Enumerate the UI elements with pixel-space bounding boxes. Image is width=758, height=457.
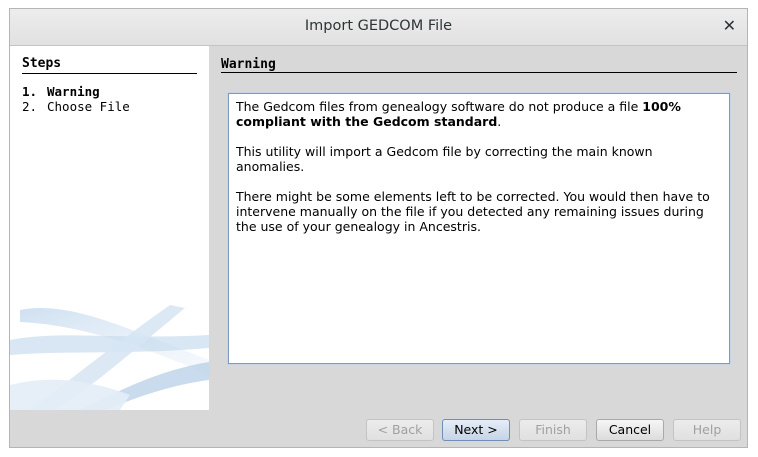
import-gedcom-dialog: Import GEDCOM File ✕ Steps 1. Warning 2. C… — [9, 8, 748, 448]
warning-text: The Gedcom files from genealogy software… — [236, 99, 643, 114]
cancel-button[interactable]: Cancel — [596, 419, 664, 441]
utility-paragraph: This utility will import a Gedcom file b… — [236, 144, 653, 174]
title-bar[interactable]: Import GEDCOM File ✕ — [10, 9, 747, 46]
back-button[interactable]: < Back — [366, 419, 434, 441]
step-choose-file: 2. Choose File — [22, 99, 130, 114]
step-number: 1. — [22, 84, 38, 99]
content-heading: Warning — [221, 57, 276, 72]
warning-paragraph: The Gedcom files from genealogy software… — [236, 99, 722, 129]
correction-paragraph: There might be some elements left to be … — [236, 189, 710, 234]
next-button[interactable]: Next > — [442, 419, 510, 441]
steps-panel: Steps 1. Warning 2. Choose File — [10, 46, 209, 410]
button-bar: < Back Next > Finish Cancel Help — [10, 410, 747, 449]
step-label: Choose File — [47, 99, 130, 114]
steps-divider — [22, 73, 197, 74]
step-warning: 1. Warning — [22, 84, 100, 99]
content-divider — [221, 72, 737, 73]
step-number: 2. — [22, 99, 38, 114]
steps-heading: Steps — [22, 56, 62, 71]
help-button[interactable]: Help — [673, 419, 741, 441]
dialog-title: Import GEDCOM File — [304, 18, 453, 34]
warning-text-area[interactable]: The Gedcom files from genealogy software… — [228, 93, 730, 364]
warning-text-end: . — [497, 114, 502, 129]
close-icon[interactable]: ✕ — [723, 17, 736, 35]
decorative-swoosh-image — [10, 305, 209, 410]
finish-button[interactable]: Finish — [519, 419, 587, 441]
step-label: Warning — [47, 84, 100, 99]
